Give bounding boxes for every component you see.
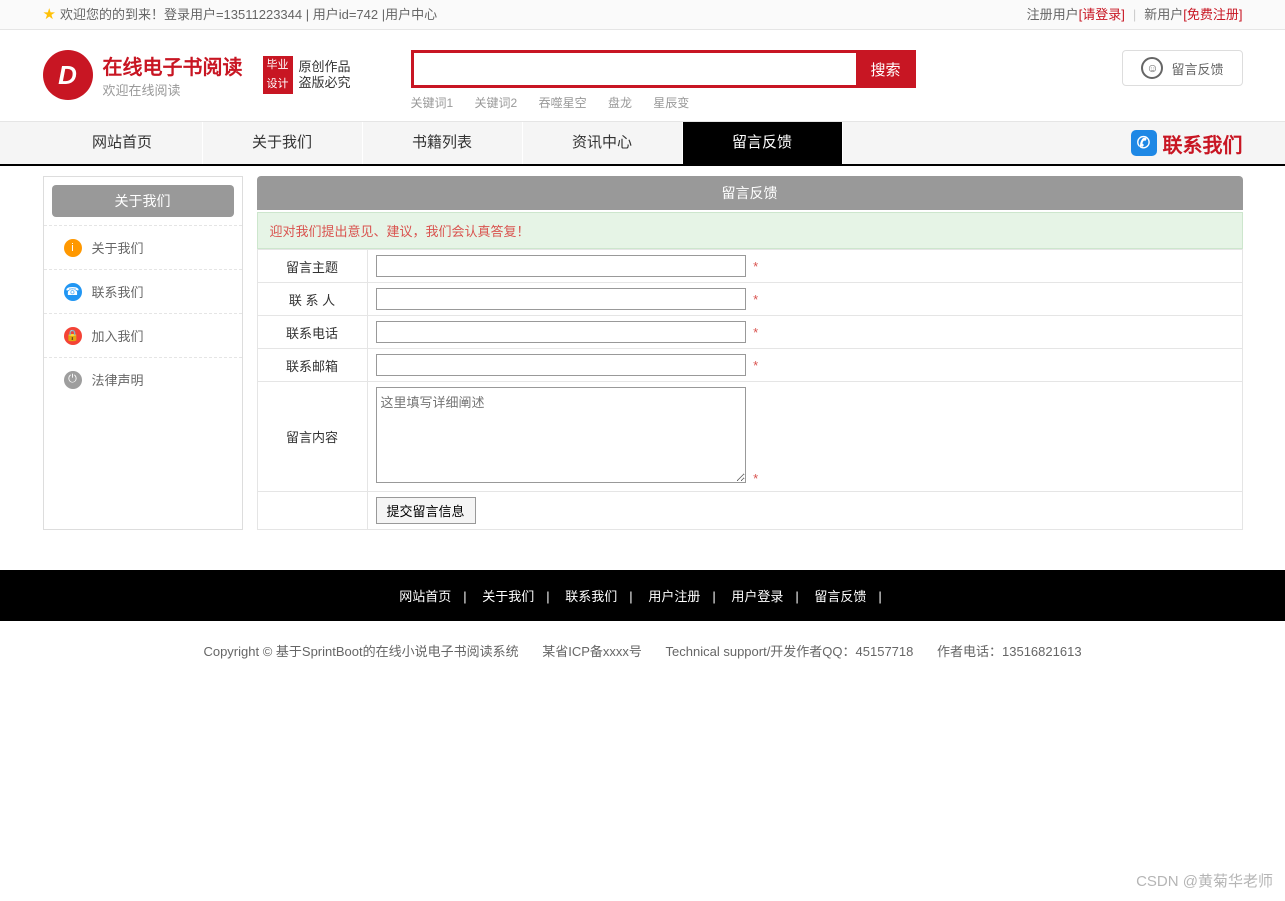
keyword-suggestions: 关键词1 关键词2 吞噬星空 盘龙 星辰变 [411, 94, 916, 111]
footer-nav: 网站首页| 关于我们| 联系我们| 用户注册| 用户登录| 留言反馈| [0, 570, 1285, 621]
keyword-link[interactable]: 关键词2 [475, 96, 518, 110]
footer-link[interactable]: 联系我们 [565, 589, 617, 604]
label-phone: 联系电话 [257, 316, 367, 349]
label-content: 留言内容 [257, 382, 367, 492]
label-email: 联系邮箱 [257, 349, 367, 382]
input-subject[interactable] [376, 255, 746, 277]
contact-us[interactable]: ✆ 联系我们 [1131, 129, 1243, 158]
header: D 在线电子书阅读 欢迎在线阅读 毕业 设计 原创作品 盗版必究 搜索 关键词1… [43, 30, 1243, 121]
sidebar-item-label: 联系我们 [92, 282, 144, 301]
logo-area[interactable]: D 在线电子书阅读 欢迎在线阅读 毕业 设计 原创作品 盗版必究 [43, 50, 351, 100]
label-contact: 联 系 人 [257, 283, 367, 316]
required-mark: * [753, 325, 758, 340]
sidebar-item-contact[interactable]: ☎ 联系我们 [44, 269, 242, 313]
footer-link[interactable]: 用户登录 [731, 589, 783, 604]
login-link[interactable]: [请登录] [1079, 0, 1125, 30]
info-icon: i [64, 239, 82, 257]
label-empty [257, 492, 367, 530]
feedback-button[interactable]: ☺ 留言反馈 [1122, 50, 1242, 86]
required-mark: * [753, 259, 758, 274]
sidebar: 关于我们 i 关于我们 ☎ 联系我们 🔒 加入我们 ⏻ 法律声明 [43, 176, 243, 530]
welcome-text: 欢迎您的的到来！登录用户=13511223344 | 用户id=742 | [60, 0, 385, 30]
headset-icon: ☺ [1141, 57, 1163, 79]
top-bar: ★ 欢迎您的的到来！登录用户=13511223344 | 用户id=742 | … [0, 0, 1285, 30]
feedback-button-label: 留言反馈 [1171, 59, 1223, 78]
keyword-link[interactable]: 盘龙 [608, 96, 632, 110]
site-title: 在线电子书阅读 [103, 51, 243, 80]
new-user-label: 新用户 [1144, 0, 1183, 30]
clipboard-icon: ☎ [64, 283, 82, 301]
keyword-link[interactable]: 吞噬星空 [539, 96, 587, 110]
submit-button[interactable]: 提交留言信息 [376, 497, 476, 524]
sidebar-item-legal[interactable]: ⏻ 法律声明 [44, 357, 242, 401]
keyword-link[interactable]: 星辰变 [653, 96, 689, 110]
sidebar-item-about[interactable]: i 关于我们 [44, 225, 242, 269]
nav-news[interactable]: 资讯中心 [523, 122, 683, 164]
free-register-link[interactable]: [免费注册] [1183, 0, 1242, 30]
feedback-form: 留言主题 * 联 系 人 * 联系电话 * 联系邮箱 * 留言内容 * [257, 249, 1243, 530]
lock-icon: 🔒 [64, 327, 82, 345]
copyright: Copyright © 基于SprintBoot的在线小说电子书阅读系统 某省I… [0, 621, 1285, 680]
sidebar-item-label: 关于我们 [92, 238, 144, 257]
search-input[interactable] [411, 50, 856, 88]
nav-home[interactable]: 网站首页 [43, 122, 203, 164]
footer-link[interactable]: 关于我们 [482, 589, 534, 604]
logo-icon: D [43, 50, 93, 100]
footer-link[interactable]: 网站首页 [399, 589, 451, 604]
star-icon: ★ [43, 0, 56, 30]
badge-text: 原创作品 盗版必究 [299, 59, 351, 90]
user-center-link[interactable]: 用户中心 [385, 0, 437, 30]
content-panel: 留言反馈 迎对我们提出意见、建议，我们会认真答复！ 留言主题 * 联 系 人 *… [257, 176, 1243, 530]
registered-user-label: 注册用户 [1027, 0, 1079, 30]
badge-red: 毕业 设计 [263, 56, 293, 94]
required-mark: * [753, 292, 758, 307]
input-contact[interactable] [376, 288, 746, 310]
notice-bar: 迎对我们提出意见、建议，我们会认真答复！ [257, 212, 1243, 249]
sidebar-item-label: 法律声明 [92, 370, 144, 389]
separator: | [1133, 0, 1136, 30]
required-mark: * [753, 358, 758, 373]
sidebar-title: 关于我们 [52, 185, 234, 217]
main-nav: 网站首页 关于我们 书籍列表 资讯中心 留言反馈 ✆ 联系我们 [0, 121, 1285, 166]
panel-title: 留言反馈 [257, 176, 1243, 210]
textarea-content[interactable] [376, 387, 746, 483]
contact-us-label: 联系我们 [1163, 129, 1243, 158]
search-area: 搜索 关键词1 关键词2 吞噬星空 盘龙 星辰变 [411, 50, 916, 111]
footer-link[interactable]: 用户注册 [648, 589, 700, 604]
nav-feedback[interactable]: 留言反馈 [683, 122, 843, 164]
input-email[interactable] [376, 354, 746, 376]
footer-link[interactable]: 留言反馈 [814, 589, 866, 604]
search-button[interactable]: 搜索 [856, 50, 916, 88]
nav-about[interactable]: 关于我们 [203, 122, 363, 164]
power-icon: ⏻ [64, 371, 82, 389]
watermark: CSDN @黄菊华老师 [1136, 870, 1273, 891]
input-phone[interactable] [376, 321, 746, 343]
label-subject: 留言主题 [257, 250, 367, 283]
site-subtitle: 欢迎在线阅读 [103, 80, 243, 99]
required-mark: * [753, 471, 758, 486]
keyword-link[interactable]: 关键词1 [411, 96, 454, 110]
main-content: 关于我们 i 关于我们 ☎ 联系我们 🔒 加入我们 ⏻ 法律声明 留言反馈 迎对… [43, 176, 1243, 530]
nav-books[interactable]: 书籍列表 [363, 122, 523, 164]
phone-icon: ✆ [1131, 130, 1157, 156]
sidebar-item-join[interactable]: 🔒 加入我们 [44, 313, 242, 357]
sidebar-item-label: 加入我们 [92, 326, 144, 345]
